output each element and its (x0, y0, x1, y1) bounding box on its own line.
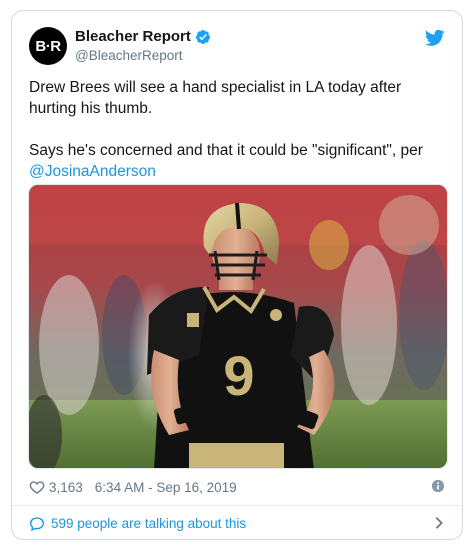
verified-badge-icon (195, 29, 210, 44)
chevron-right-icon (435, 517, 443, 529)
conversation-count-text: 599 people are talking about this (51, 516, 247, 531)
tweet-paragraph-2: Says he's concerned and that it could be… (29, 140, 449, 182)
speech-bubble-icon (29, 516, 45, 531)
tweet-header: B·R Bleacher Report @BleacherReport (12, 11, 462, 71)
display-name-text: Bleacher Report (75, 28, 191, 45)
svg-text:9: 9 (223, 344, 254, 407)
heart-icon[interactable] (29, 479, 45, 495)
tweet-card: B·R Bleacher Report @BleacherReport Drew… (11, 10, 463, 540)
display-name[interactable]: Bleacher Report (75, 28, 211, 45)
tweet-paragraph-2-text: Says he's concerned and that it could be… (29, 142, 423, 159)
tweet-timestamp[interactable]: 6:34 AM - Sep 16, 2019 (95, 480, 237, 495)
avatar-logo-text: B·R (35, 37, 61, 55)
like-count[interactable]: 3,163 (49, 480, 83, 495)
tweet-paragraph-1: Drew Brees will see a hand specialist in… (29, 79, 402, 117)
tweet-meta: 3,163 6:34 AM - Sep 16, 2019 (29, 476, 449, 498)
account-handle: @BleacherReport (75, 48, 183, 63)
account-info[interactable]: Bleacher Report @BleacherReport (75, 28, 211, 63)
tweet-photo[interactable]: 9 (28, 184, 448, 469)
twitter-bird-icon[interactable] (425, 29, 445, 47)
mention-link[interactable]: @JosinaAnderson (29, 163, 156, 180)
player-photo-image: 9 (29, 185, 447, 468)
info-icon[interactable] (431, 479, 445, 493)
avatar[interactable]: B·R (29, 27, 67, 65)
conversation-link[interactable]: 599 people are talking about this (12, 506, 462, 539)
